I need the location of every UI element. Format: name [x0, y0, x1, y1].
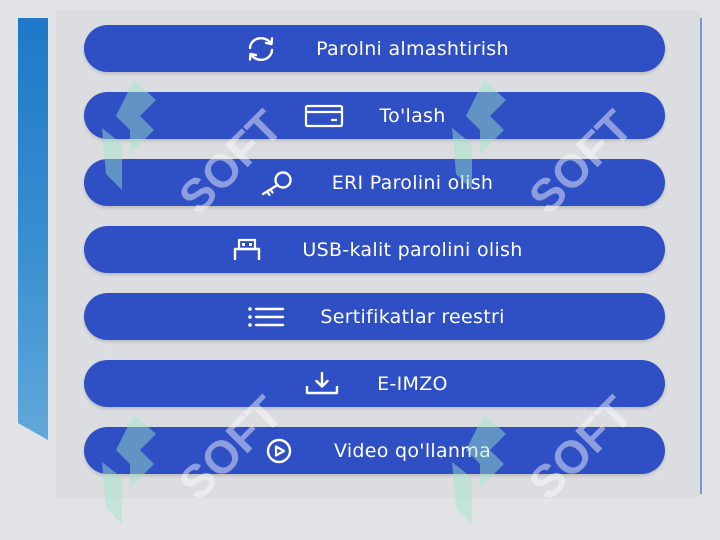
- video-guide-button[interactable]: Video qo'llanma: [84, 427, 665, 474]
- key-icon: [256, 169, 298, 197]
- menu-list: Parolni almashtirish To'lash ERI Parolin…: [84, 25, 665, 474]
- payment-card-icon: [303, 102, 345, 130]
- menu-item-label: Sertifikatlar reestri: [320, 305, 505, 328]
- menu-item-label: ERI Parolini olish: [331, 171, 494, 194]
- download-icon: [301, 370, 343, 398]
- menu-item-label: Parolni almashtirish: [316, 37, 509, 60]
- menu-item-label: USB-kalit parolini olish: [302, 238, 523, 261]
- certificates-registry-button[interactable]: Sertifikatlar reestri: [84, 293, 665, 340]
- menu-item-label: E-IMZO: [377, 372, 448, 395]
- usb-key-icon: [226, 236, 268, 264]
- left-accent-bar: [18, 18, 48, 440]
- play-circle-icon: [258, 437, 300, 465]
- right-edge-line: [700, 18, 702, 494]
- app-screen: Parolni almashtirish To'lash ERI Parolin…: [0, 0, 720, 540]
- eri-password-button[interactable]: ERI Parolini olish: [84, 159, 665, 206]
- usb-key-password-button[interactable]: USB-kalit parolini olish: [84, 226, 665, 273]
- list-icon: [244, 303, 286, 331]
- payment-button[interactable]: To'lash: [84, 92, 665, 139]
- menu-item-label: Video qo'llanma: [333, 439, 492, 462]
- menu-item-label: To'lash: [379, 104, 446, 127]
- e-imzo-button[interactable]: E-IMZO: [84, 360, 665, 407]
- refresh-icon: [240, 35, 282, 63]
- change-password-button[interactable]: Parolni almashtirish: [84, 25, 665, 72]
